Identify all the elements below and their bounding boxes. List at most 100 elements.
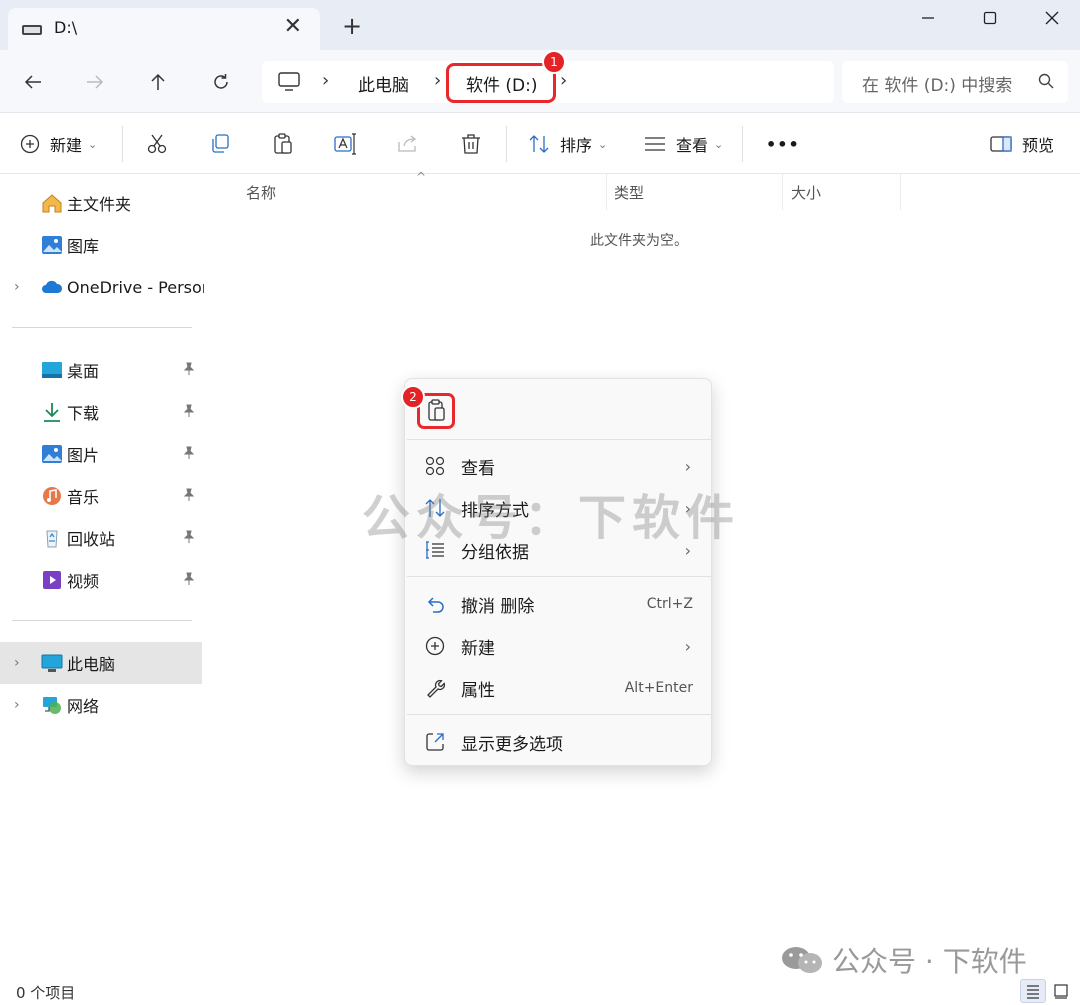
more-options-button[interactable]: ••• bbox=[766, 130, 800, 158]
sidebar-item-recycle-bin[interactable]: 回收站 bbox=[0, 517, 202, 559]
pin-icon[interactable] bbox=[182, 446, 196, 460]
sidebar-item-label: 主文件夹 bbox=[67, 195, 132, 214]
copy-button[interactable] bbox=[209, 130, 231, 158]
pin-icon[interactable] bbox=[182, 530, 196, 544]
sidebar-item-label: 下载 bbox=[67, 404, 100, 423]
sidebar-item-label: 回收站 bbox=[67, 530, 116, 549]
paste-button[interactable] bbox=[272, 130, 294, 158]
command-bar: 新建 ⌄ 排序 ⌄ 查看 ⌄ ••• 预览 bbox=[0, 114, 1080, 174]
watermark-footer: 公众号 · 下软件 bbox=[780, 940, 1027, 980]
context-menu-quick-actions: 2 bbox=[401, 379, 711, 439]
share-button[interactable] bbox=[397, 130, 419, 158]
menu-separator bbox=[407, 576, 711, 577]
sort-button-label: 排序 bbox=[560, 136, 593, 155]
new-button-label: 新建 bbox=[50, 136, 83, 155]
gallery-icon bbox=[42, 236, 62, 254]
tab-close-button[interactable]: ✕ bbox=[284, 14, 302, 39]
sidebar-item-downloads[interactable]: 下载 bbox=[0, 391, 202, 433]
sidebar-item-label: 网络 bbox=[67, 697, 100, 716]
search-input[interactable]: 在 软件 (D:) 中搜索 bbox=[862, 71, 1022, 96]
menu-item-label: 属性 bbox=[461, 680, 495, 701]
column-header-type[interactable]: 类型 bbox=[614, 182, 644, 203]
pin-icon[interactable] bbox=[182, 488, 196, 502]
view-button[interactable]: 查看 ⌄ bbox=[644, 130, 723, 158]
arrow-up-icon bbox=[151, 73, 165, 90]
desktop-icon bbox=[42, 362, 62, 378]
navigation-pane: 主文件夹 图库 › OneDrive - Person 桌面 下载 图片 音乐 … bbox=[0, 174, 212, 976]
rename-button[interactable] bbox=[334, 130, 358, 158]
column-divider[interactable] bbox=[900, 174, 901, 210]
up-button[interactable] bbox=[143, 67, 173, 97]
column-divider[interactable] bbox=[606, 174, 607, 210]
minimize-button[interactable] bbox=[898, 2, 958, 34]
annotation-badge-2: 2 bbox=[401, 385, 425, 409]
menu-item-label: 新建 bbox=[461, 638, 495, 659]
delete-button[interactable] bbox=[460, 130, 482, 158]
chevron-right-icon[interactable]: › bbox=[14, 697, 20, 713]
menu-item-show-more-options[interactable]: 显示更多选项 bbox=[405, 722, 711, 762]
sidebar-item-onedrive[interactable]: › OneDrive - Person bbox=[0, 266, 212, 308]
sidebar-divider bbox=[12, 327, 192, 328]
refresh-button[interactable] bbox=[206, 67, 236, 97]
pin-icon[interactable] bbox=[182, 572, 196, 586]
menu-item-label: 撤消 删除 bbox=[461, 596, 535, 617]
cut-button[interactable] bbox=[146, 130, 168, 158]
open-external-icon bbox=[426, 733, 444, 751]
clipboard-icon bbox=[274, 133, 292, 154]
sidebar-item-label: 图库 bbox=[67, 237, 100, 256]
forward-button[interactable] bbox=[80, 67, 110, 97]
trash-icon bbox=[462, 134, 480, 154]
share-icon bbox=[398, 135, 417, 152]
wechat-icon bbox=[782, 947, 822, 973]
wrench-icon bbox=[427, 679, 445, 698]
sort-button[interactable]: 排序 ⌄ bbox=[528, 130, 607, 158]
large-icons-view-icon bbox=[1054, 984, 1068, 999]
grid-icon bbox=[425, 456, 445, 476]
cloud-icon bbox=[42, 280, 63, 293]
pin-icon[interactable] bbox=[182, 362, 196, 376]
toolbar-divider bbox=[122, 126, 123, 162]
sidebar-item-network[interactable]: › 网络 bbox=[0, 684, 202, 726]
tab-d-drive[interactable]: D:\ ✕ bbox=[8, 8, 320, 50]
address-bar[interactable]: › 此电脑 › 软件 (D:) 1 › bbox=[262, 50, 834, 103]
new-tab-button[interactable]: + bbox=[338, 12, 366, 40]
watermark-center: 公众号：下软件 bbox=[362, 490, 741, 546]
chevron-right-icon[interactable]: › bbox=[14, 655, 20, 671]
chevron-right-icon: › bbox=[684, 456, 691, 476]
menu-item-properties[interactable]: 属性 Alt+Enter bbox=[405, 668, 711, 708]
sidebar-item-label: 图片 bbox=[67, 446, 100, 465]
sidebar-item-label: 音乐 bbox=[67, 488, 100, 507]
sidebar-item-desktop[interactable]: 桌面 bbox=[0, 349, 202, 391]
sidebar-item-pictures[interactable]: 图片 bbox=[0, 433, 202, 475]
column-header-size[interactable]: 大小 bbox=[791, 182, 821, 203]
chevron-down-icon: ⌄ bbox=[88, 137, 98, 151]
close-icon bbox=[1045, 11, 1059, 25]
tab-title: D:\ bbox=[54, 18, 78, 37]
chevron-down-icon: ⌄ bbox=[714, 137, 724, 151]
view-button-label: 查看 bbox=[676, 136, 709, 155]
menu-item-undo-delete[interactable]: 撤消 删除 Ctrl+Z bbox=[405, 584, 711, 624]
breadcrumb-this-pc[interactable]: 此电脑 bbox=[358, 71, 409, 96]
column-divider[interactable] bbox=[782, 174, 783, 210]
menu-item-new[interactable]: 新建 › bbox=[405, 626, 711, 666]
details-view-button[interactable] bbox=[1020, 979, 1046, 1003]
column-header-name[interactable]: 名称 bbox=[246, 182, 276, 203]
sidebar-item-home[interactable]: 主文件夹 bbox=[0, 182, 202, 224]
pin-icon[interactable] bbox=[182, 404, 196, 418]
preview-pane-button[interactable]: 预览 bbox=[990, 130, 1054, 158]
sort-ascending-icon: ^ bbox=[416, 170, 427, 184]
sidebar-item-music[interactable]: 音乐 bbox=[0, 475, 202, 517]
chevron-right-icon[interactable]: › bbox=[14, 279, 20, 295]
search-box[interactable]: 在 软件 (D:) 中搜索 bbox=[842, 61, 1068, 103]
sidebar-item-this-pc[interactable]: › 此电脑 bbox=[0, 642, 202, 684]
sidebar-item-gallery[interactable]: 图库 bbox=[0, 224, 202, 266]
maximize-button[interactable] bbox=[960, 2, 1020, 34]
breadcrumb-separator: › bbox=[560, 70, 568, 91]
sidebar-item-videos[interactable]: 视频 bbox=[0, 559, 202, 601]
close-window-button[interactable] bbox=[1022, 2, 1080, 34]
details-view-icon bbox=[1027, 985, 1039, 999]
large-icons-view-button[interactable] bbox=[1048, 979, 1074, 1003]
new-button[interactable]: 新建 ⌄ bbox=[20, 130, 97, 158]
back-button[interactable] bbox=[18, 67, 48, 97]
copy-icon bbox=[212, 134, 229, 153]
